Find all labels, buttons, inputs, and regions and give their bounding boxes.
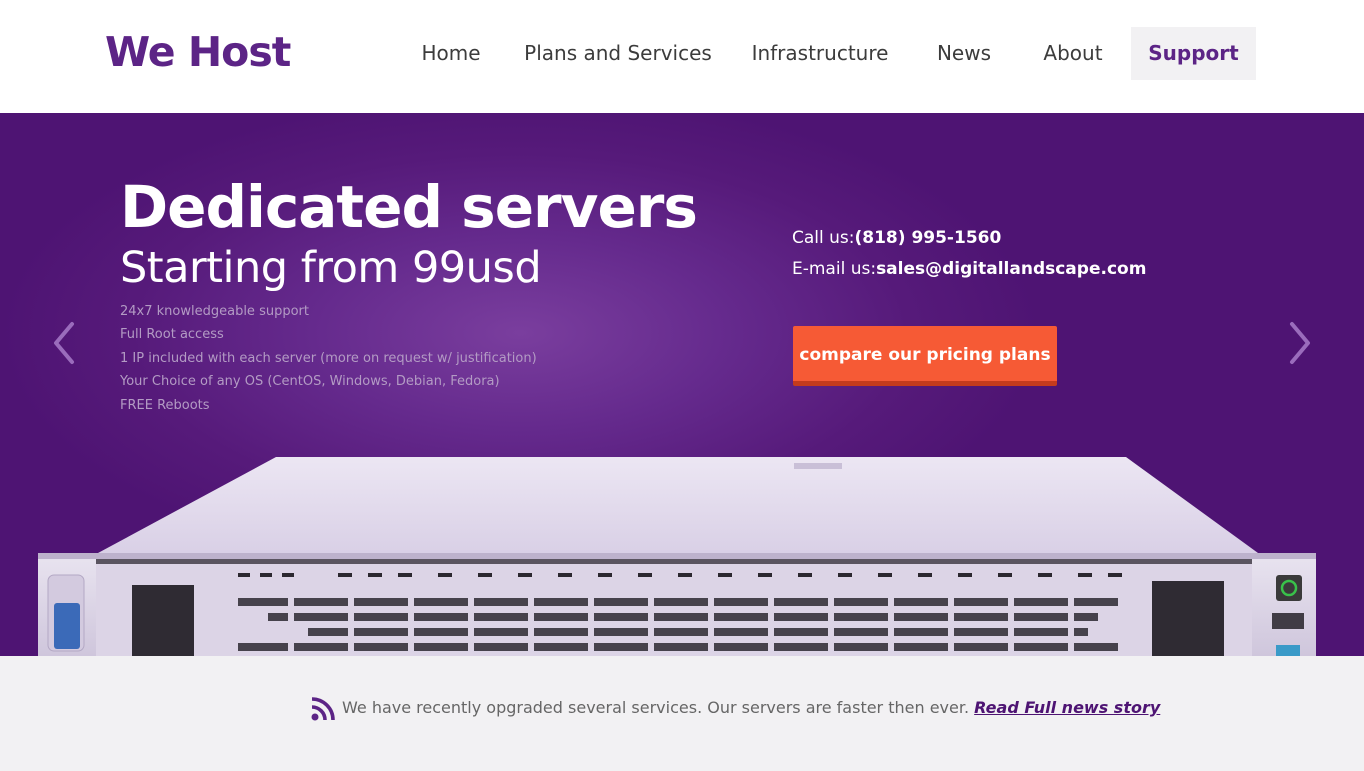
nav-item-news[interactable]: News [922, 27, 1006, 80]
email-label: E-mail us: [792, 259, 877, 279]
site-header: We Host Home Plans and Services Infrastr… [0, 0, 1364, 113]
news-bar: We have recently opgraded several servic… [0, 656, 1364, 771]
chevron-left-icon[interactable] [50, 318, 80, 368]
list-item: Your Choice of any OS (CentOS, Windows, … [120, 374, 500, 390]
compare-pricing-button[interactable]: compare our pricing plans [793, 326, 1057, 386]
hero-title: Dedicated servers [120, 173, 698, 241]
contact-info: Call us:(818) 995-1560 E-mail us:sales@d… [792, 223, 1146, 285]
nav-item-support[interactable]: Support [1131, 27, 1256, 80]
read-news-link[interactable]: Read Full news story [974, 698, 1160, 717]
site-logo[interactable]: We Host [105, 28, 291, 76]
server-image [38, 457, 1316, 656]
nav-item-plans-and-services[interactable]: Plans and Services [518, 27, 718, 80]
chevron-right-icon[interactable] [1284, 318, 1314, 368]
list-item: FREE Reboots [120, 397, 210, 413]
phone-number[interactable]: (818) 995-1560 [855, 228, 1002, 248]
news-text: We have recently opgraded several servic… [342, 698, 970, 717]
news-message: We have recently opgraded several servic… [342, 698, 1160, 717]
list-item: 24x7 knowledgeable support [120, 304, 309, 319]
nav-item-home[interactable]: Home [406, 27, 496, 80]
feature-list: 24x7 knowledgeable support Full Root acc… [120, 300, 537, 417]
email-address[interactable]: sales@digitallandscape.com [876, 259, 1146, 279]
list-item: 1 IP included with each server (more on … [120, 350, 537, 366]
nav-item-about[interactable]: About [1028, 27, 1118, 80]
hero-subtitle: Starting from 99usd [120, 243, 542, 293]
phone-label: Call us: [792, 228, 855, 248]
list-item: Full Root access [120, 327, 224, 343]
rss-icon [311, 697, 335, 721]
phone-line: Call us:(818) 995-1560 [792, 223, 1146, 254]
nav-item-infrastructure[interactable]: Infrastructure [740, 27, 900, 80]
hero-slider: Dedicated servers Starting from 99usd 24… [0, 113, 1364, 656]
email-line: E-mail us:sales@digitallandscape.com [792, 254, 1146, 285]
